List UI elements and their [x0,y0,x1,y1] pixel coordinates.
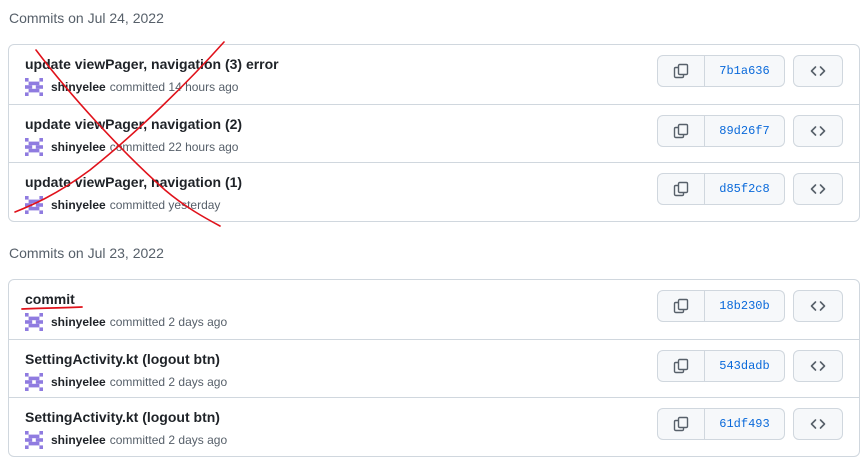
commit-message-link[interactable]: SettingActivity.kt (logout btn) [25,409,220,425]
identicon-avatar-icon[interactable] [25,313,43,331]
commit-list: commit shinyelee committed 2 days ago 18… [8,279,860,457]
commit-author-link[interactable]: shinyelee [51,140,106,154]
commit-action-text: committed [109,198,166,213]
code-icon [810,301,826,311]
copy-sha-button[interactable] [657,173,705,206]
commit-row: SettingActivity.kt (logout btn) shinyele… [9,338,859,398]
commit-message-link[interactable]: update viewPager, navigation (3) error [25,56,279,72]
commit-row: commit shinyelee committed 2 days ago 18… [9,280,859,339]
commit-group-heading: Commits on Jul 24, 2022 [9,10,164,26]
commit-meta: shinyelee committed 14 hours ago [25,78,238,96]
code-icon [810,184,826,194]
browse-repository-button[interactable] [793,114,843,147]
copy-icon [673,181,689,197]
commit-sha-link[interactable]: 89d26f7 [705,114,785,147]
commit-author-link[interactable]: shinyelee [51,80,106,94]
identicon-avatar-icon[interactable] [25,372,43,391]
identicon-avatar-icon[interactable] [25,78,43,96]
commit-action-text: committed [109,315,166,329]
browse-repository-button[interactable] [793,55,843,87]
identicon-avatar-icon[interactable] [25,196,43,215]
commit-action-text: committed [109,80,166,94]
commit-time: 2 days ago [168,315,228,329]
commit-meta: shinyelee committed yesterday [25,196,221,215]
commit-sha-link[interactable]: 7b1a636 [705,55,785,87]
browse-repository-button[interactable] [793,349,843,382]
commit-time: 2 days ago [168,433,228,448]
commit-time: 2 days ago [168,374,228,389]
copy-sha-button[interactable] [657,290,705,322]
commit-message-link[interactable]: commit [25,291,75,307]
identicon-avatar-icon[interactable] [25,137,43,156]
commit-group-heading: Commits on Jul 23, 2022 [9,245,164,261]
commit-time: 14 hours ago [168,80,239,94]
commit-action-text: committed [109,139,166,154]
commit-author-link[interactable]: shinyelee [51,433,106,447]
commit-row: update viewPager, navigation (1) shinyel… [9,162,859,221]
commit-actions: 89d26f7 [657,114,843,147]
copy-sha-button[interactable] [657,408,705,441]
commit-list: update viewPager, navigation (3) error s… [8,44,860,222]
code-icon [810,125,826,136]
copy-sha-button[interactable] [657,114,705,147]
commit-author-link[interactable]: shinyelee [51,315,106,329]
code-icon [810,360,826,371]
commit-actions: 7b1a636 [657,55,843,87]
commit-sha-link[interactable]: d85f2c8 [705,173,785,206]
commit-row: SettingActivity.kt (logout btn) shinyele… [9,397,859,456]
commit-meta: shinyelee committed 2 days ago [25,431,228,450]
commit-time: yesterday [168,198,221,213]
copy-icon [673,123,689,138]
commit-sha-link[interactable]: 61df493 [705,408,785,441]
commit-actions: d85f2c8 [657,173,843,206]
code-icon [810,66,826,76]
copy-icon [673,298,689,314]
commit-sha-link[interactable]: 543dadb [705,349,785,382]
commit-message-link[interactable]: update viewPager, navigation (1) [25,174,242,190]
commit-meta: shinyelee committed 2 days ago [25,313,227,331]
commit-message-link[interactable]: update viewPager, navigation (2) [25,116,242,132]
commit-author-link[interactable]: shinyelee [51,198,106,212]
commit-meta: shinyelee committed 22 hours ago [25,137,239,156]
commit-actions: 18b230b [657,290,843,322]
copy-icon [673,358,689,373]
commit-message-link[interactable]: SettingActivity.kt (logout btn) [25,351,220,367]
browse-repository-button[interactable] [793,290,843,322]
copy-icon [673,416,689,432]
commit-sha-link[interactable]: 18b230b [705,290,785,322]
code-icon [810,419,826,429]
browse-repository-button[interactable] [793,173,843,206]
commit-time: 22 hours ago [168,139,239,154]
commit-actions: 543dadb [657,349,843,382]
copy-sha-button[interactable] [657,349,705,382]
commit-author-link[interactable]: shinyelee [51,375,106,389]
browse-repository-button[interactable] [793,408,843,441]
identicon-avatar-icon[interactable] [25,431,43,450]
copy-sha-button[interactable] [657,55,705,87]
commit-action-text: committed [109,433,166,448]
commit-meta: shinyelee committed 2 days ago [25,372,228,391]
commit-actions: 61df493 [657,408,843,441]
commit-action-text: committed [109,374,166,389]
commit-row: update viewPager, navigation (3) error s… [9,45,859,104]
copy-icon [673,63,689,79]
commit-row: update viewPager, navigation (2) shinyel… [9,103,859,163]
